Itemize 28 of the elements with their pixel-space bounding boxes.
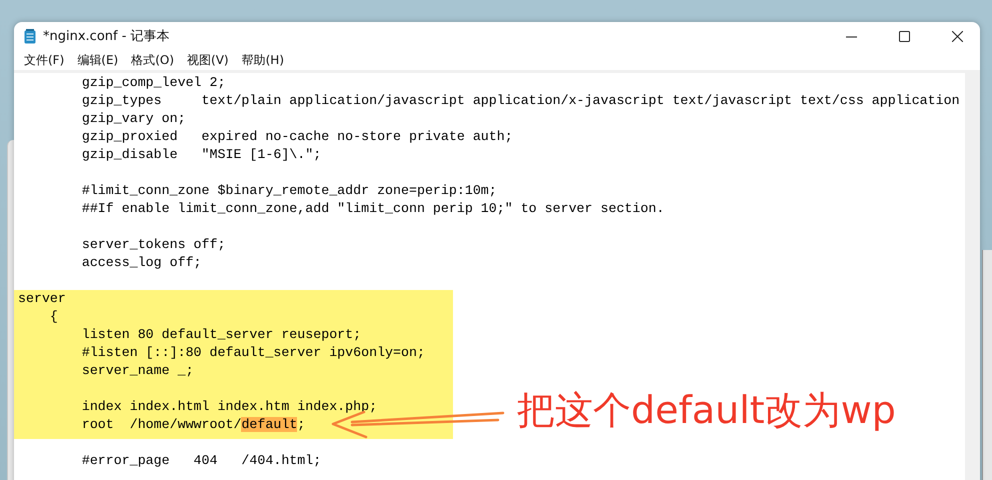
notepad-icon bbox=[24, 28, 36, 44]
menu-item[interactable]: 文件(F) bbox=[19, 50, 70, 70]
menu-item[interactable]: 视图(V) bbox=[182, 50, 234, 70]
code-line: server_name _; bbox=[80, 362, 195, 380]
code-line: server_tokens off; bbox=[80, 236, 226, 254]
menu-item[interactable]: 编辑(E) bbox=[72, 50, 124, 70]
code-line: #limit_conn_zone $binary_remote_addr zone=perip:10m; bbox=[80, 182, 498, 200]
window-title: *nginx.conf - 记事本 bbox=[43, 28, 171, 45]
code-line: access_log off; bbox=[80, 254, 203, 272]
close-icon bbox=[952, 30, 962, 42]
annotation-text: 把这个default改为wp bbox=[517, 387, 896, 434]
code-line: gzip_proxied expired no-cache no-store private auth; bbox=[80, 128, 514, 146]
menu-item[interactable]: 格式(O) bbox=[126, 50, 180, 70]
code-line: gzip_comp_level 2; bbox=[80, 74, 226, 92]
menu-item[interactable]: 帮助(H) bbox=[236, 50, 289, 70]
code-line: gzip_disable "MSIE [1-6]\."; bbox=[80, 146, 322, 164]
maximize-icon bbox=[898, 30, 910, 42]
code-line: root /home/wwwroot/default; bbox=[80, 416, 306, 434]
code-line: gzip_vary on; bbox=[80, 110, 187, 128]
code-line: gzip_types text/plain application/javascript application/x-javascript text/javascript text/css application bbox=[80, 92, 961, 110]
code-line: index index.html index.htm index.php; bbox=[80, 398, 378, 416]
code-line: { bbox=[48, 308, 59, 326]
code-line: ##If enable limit_conn_zone,add "limit_conn perip 10;" to server section. bbox=[80, 200, 666, 218]
code-line: #error_page 404 /404.html; bbox=[80, 452, 322, 470]
scrollbar[interactable] bbox=[965, 73, 980, 480]
code-line: #listen [::]:80 default_server ipv6only=on; bbox=[80, 344, 426, 362]
code-line: listen 80 default_server reuseport; bbox=[80, 326, 362, 344]
code-line: server bbox=[17, 290, 67, 308]
